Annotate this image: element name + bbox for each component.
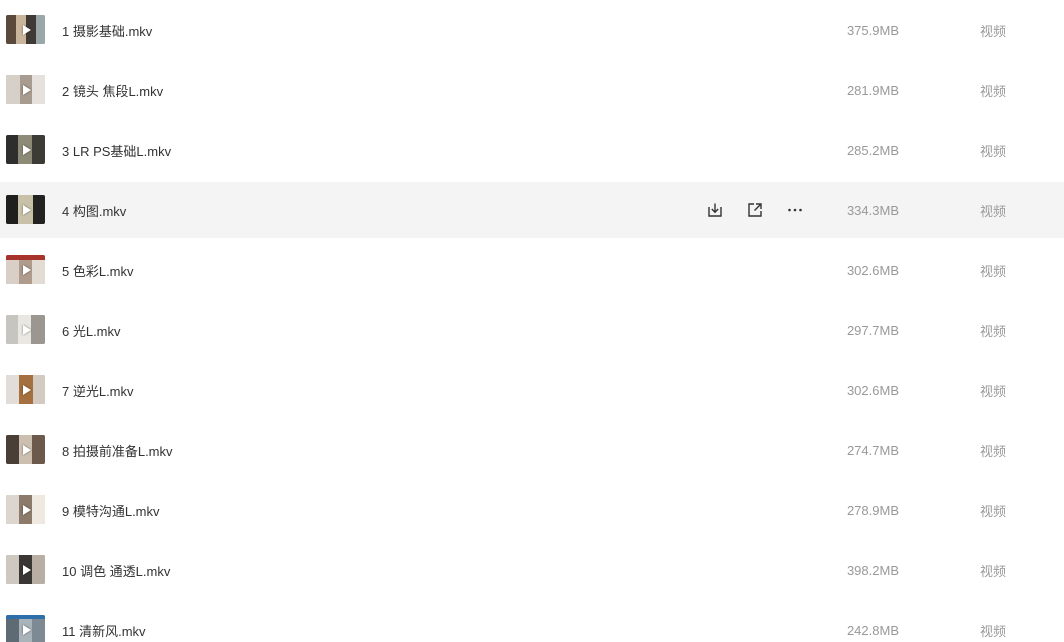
share-icon[interactable]	[743, 198, 767, 222]
file-row[interactable]: 7 逆光L.mkv 302.6MB 视频	[0, 360, 1064, 420]
file-size: 285.2MB	[846, 142, 899, 158]
file-name[interactable]: 4 构图.mkv	[62, 201, 126, 220]
video-thumbnail[interactable]	[6, 435, 45, 464]
file-name[interactable]: 7 逆光L.mkv	[62, 381, 134, 400]
file-row-hovered[interactable]: 4 构图.mkv 334.3MB 视频	[0, 182, 1064, 238]
file-name[interactable]: 9 模特沟通L.mkv	[62, 501, 160, 520]
video-thumbnail[interactable]	[6, 135, 45, 164]
file-size: 281.9MB	[846, 82, 899, 98]
file-name[interactable]: 11 清新风.mkv	[62, 621, 146, 640]
file-type: 视频	[980, 443, 1007, 459]
file-size: 302.6MB	[846, 382, 899, 398]
play-icon	[22, 504, 31, 515]
file-type: 视频	[980, 563, 1007, 579]
file-size: 334.3MB	[846, 202, 899, 218]
row-actions	[703, 198, 807, 222]
file-type: 视频	[980, 143, 1007, 159]
file-name[interactable]: 3 LR PS基础L.mkv	[62, 141, 171, 160]
file-type: 视频	[980, 203, 1007, 219]
file-type: 视频	[980, 383, 1007, 399]
more-icon[interactable]	[783, 198, 807, 222]
play-icon	[22, 264, 31, 275]
video-thumbnail[interactable]	[6, 255, 45, 284]
file-name[interactable]: 10 调色 通透L.mkv	[62, 561, 170, 580]
file-name[interactable]: 5 色彩L.mkv	[62, 261, 134, 280]
file-type: 视频	[980, 323, 1007, 339]
play-icon	[22, 84, 31, 95]
video-thumbnail[interactable]	[6, 315, 45, 344]
video-thumbnail[interactable]	[6, 615, 45, 642]
video-thumbnail[interactable]	[6, 195, 45, 224]
play-icon	[22, 444, 31, 455]
file-type: 视频	[980, 23, 1007, 39]
play-icon	[22, 144, 31, 155]
file-size: 398.2MB	[846, 562, 899, 578]
file-size: 297.7MB	[846, 322, 899, 338]
file-row[interactable]: 11 清新风.mkv 242.8MB 视频	[0, 600, 1064, 642]
file-name[interactable]: 2 镜头 焦段L.mkv	[62, 81, 163, 100]
file-row[interactable]: 9 模特沟通L.mkv 278.9MB 视频	[0, 480, 1064, 540]
file-row[interactable]: 10 调色 通透L.mkv 398.2MB 视频	[0, 540, 1064, 600]
file-type: 视频	[980, 263, 1007, 279]
file-row[interactable]: 2 镜头 焦段L.mkv 281.9MB 视频	[0, 60, 1064, 120]
file-size: 302.6MB	[846, 262, 899, 278]
file-type: 视频	[980, 503, 1007, 519]
file-row[interactable]: 5 色彩L.mkv 302.6MB 视频	[0, 240, 1064, 300]
file-size: 375.9MB	[846, 22, 899, 38]
play-icon	[22, 624, 31, 635]
file-type: 视频	[980, 83, 1007, 99]
file-name[interactable]: 6 光L.mkv	[62, 321, 121, 340]
video-thumbnail[interactable]	[6, 495, 45, 524]
play-icon	[22, 24, 31, 35]
file-name[interactable]: 8 拍摄前准备L.mkv	[62, 441, 173, 460]
file-row[interactable]: 8 拍摄前准备L.mkv 274.7MB 视频	[0, 420, 1064, 480]
play-icon	[22, 324, 31, 335]
file-list: 1 摄影基础.mkv 375.9MB 视频 2 镜头 焦段L.mkv 281.9…	[0, 0, 1064, 642]
video-thumbnail[interactable]	[6, 375, 45, 404]
video-thumbnail[interactable]	[6, 75, 45, 104]
play-icon	[22, 204, 31, 215]
file-size: 274.7MB	[846, 442, 899, 458]
file-size: 278.9MB	[846, 502, 899, 518]
file-name[interactable]: 1 摄影基础.mkv	[62, 21, 152, 40]
file-row[interactable]: 6 光L.mkv 297.7MB 视频	[0, 300, 1064, 360]
play-icon	[22, 384, 31, 395]
file-size: 242.8MB	[846, 622, 899, 638]
play-icon	[22, 564, 31, 575]
video-thumbnail[interactable]	[6, 15, 45, 44]
file-type: 视频	[980, 623, 1007, 639]
file-row[interactable]: 3 LR PS基础L.mkv 285.2MB 视频	[0, 120, 1064, 180]
file-row[interactable]: 1 摄影基础.mkv 375.9MB 视频	[0, 0, 1064, 60]
video-thumbnail[interactable]	[6, 555, 45, 584]
download-icon[interactable]	[703, 198, 727, 222]
